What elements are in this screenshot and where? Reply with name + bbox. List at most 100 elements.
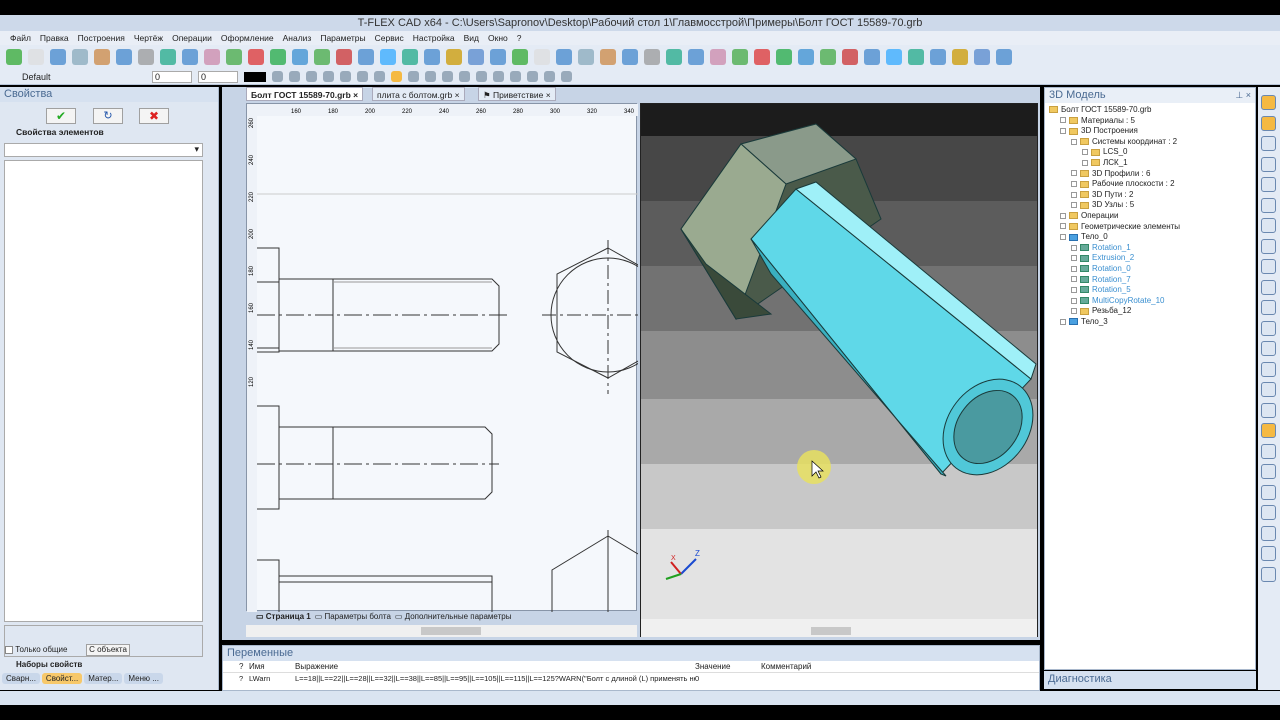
toolbar-button-icon[interactable] <box>798 49 814 65</box>
toolbar-button-icon[interactable] <box>534 49 550 65</box>
tree-item[interactable]: Резьба_12 <box>1045 306 1255 317</box>
col-expr[interactable]: Выражение <box>295 661 695 672</box>
doc-tab-bolt[interactable]: Болт ГОСТ 15589-70.grb × <box>246 87 364 101</box>
toolbar-button-icon[interactable] <box>160 49 176 65</box>
toolbar-button-icon[interactable] <box>340 71 351 82</box>
element-select[interactable]: ▾ <box>4 143 203 157</box>
view-tool-icon[interactable] <box>1261 423 1276 438</box>
toolbar-button-icon[interactable] <box>512 49 528 65</box>
tree-item[interactable]: Rotation_1 <box>1045 243 1255 254</box>
menu-item[interactable]: Вид <box>464 31 479 45</box>
diagnostics-panel[interactable]: Диагностика <box>1044 671 1256 689</box>
toolbar-button-icon[interactable] <box>314 49 330 65</box>
tree-item[interactable]: MultiCopyRotate_10 <box>1045 296 1255 307</box>
expand-icon[interactable] <box>1071 244 1077 251</box>
menu-item[interactable]: Операции <box>172 31 212 45</box>
toolbar-button-icon[interactable] <box>459 71 470 82</box>
tree-item[interactable]: Болт ГОСТ 15589-70.grb <box>1045 105 1255 116</box>
toolbar-button-icon[interactable] <box>732 49 748 65</box>
menu-item[interactable]: Построения <box>78 31 125 45</box>
view-tool-icon[interactable] <box>1261 197 1276 213</box>
toolbar-button-icon[interactable] <box>952 49 968 65</box>
expand-icon[interactable] <box>1060 128 1066 135</box>
tree-item[interactable]: Тело_0 <box>1045 232 1255 243</box>
toolbar-button-icon[interactable] <box>323 71 334 82</box>
from-object-button[interactable]: С объекта <box>86 644 130 656</box>
expand-icon[interactable] <box>1071 202 1077 209</box>
toolbar-button-icon[interactable] <box>644 49 660 65</box>
tree-item[interactable]: 3D Узлы : 5 <box>1045 200 1255 211</box>
toolbar-button-icon[interactable] <box>622 49 638 65</box>
toolbar-button-icon[interactable] <box>842 49 858 65</box>
toolbar-button-icon[interactable] <box>424 49 440 65</box>
toolbar-button-icon[interactable] <box>204 49 220 65</box>
toolbar-button-icon[interactable] <box>754 49 770 65</box>
expand-icon[interactable] <box>1071 170 1077 177</box>
ok-button[interactable]: ✔ <box>46 108 76 124</box>
section-header[interactable]: Свойства элементов <box>16 127 104 137</box>
toolbar-button-icon[interactable] <box>402 49 418 65</box>
toolbar-button-icon[interactable] <box>248 49 264 65</box>
toolbar-button-icon[interactable] <box>476 71 487 82</box>
col-name[interactable]: Имя <box>249 661 295 672</box>
toolbar-button-icon[interactable] <box>600 49 616 65</box>
drawing-hscrollbar[interactable] <box>246 625 637 637</box>
view-tool-icon[interactable] <box>1261 341 1276 356</box>
view-tool-icon[interactable] <box>1261 443 1276 459</box>
view-tool-icon[interactable] <box>1261 546 1276 561</box>
refresh-button[interactable]: ↻ <box>93 108 123 124</box>
tree-item[interactable]: Геометрические элементы <box>1045 222 1255 233</box>
toolbar-button-icon[interactable] <box>886 49 902 65</box>
toolbar-button-icon[interactable] <box>358 49 374 65</box>
toolbar-button-icon[interactable] <box>446 49 462 65</box>
toolbar-button-icon[interactable] <box>374 71 385 82</box>
tree-item[interactable]: Материалы : 5 <box>1045 116 1255 127</box>
tree-item[interactable]: 3D Профили : 6 <box>1045 169 1255 180</box>
cancel-button[interactable]: ✖ <box>139 108 169 124</box>
view-tool-icon[interactable] <box>1261 566 1276 582</box>
toolbar-button-icon[interactable] <box>226 49 242 65</box>
expand-icon[interactable] <box>1071 191 1077 198</box>
menu-item[interactable]: Файл <box>10 31 31 45</box>
toolbar-button-icon[interactable] <box>336 49 352 65</box>
toolbar-button-icon[interactable] <box>272 71 283 82</box>
drawing-canvas[interactable]: 160 180 200 220 240 260 280 300 320 340 260 240 220 2… <box>247 104 666 612</box>
toolbar-button-icon[interactable] <box>408 71 419 82</box>
toolbar-button-icon[interactable] <box>490 49 506 65</box>
menu-item[interactable]: Анализ <box>283 31 312 45</box>
expand-icon[interactable] <box>1060 223 1066 230</box>
view-tool-icon[interactable] <box>1261 259 1276 274</box>
toolbar-button-icon[interactable] <box>380 49 396 65</box>
view-tool-icon[interactable] <box>1261 402 1276 418</box>
color-swatch[interactable] <box>244 71 266 82</box>
tree-item[interactable]: 3D Пути : 2 <box>1045 190 1255 201</box>
menu-item[interactable]: Оформление <box>221 31 274 45</box>
toolbar-button-icon[interactable] <box>710 49 726 65</box>
col-comment[interactable]: Комментарий <box>761 661 961 672</box>
view-tool-icon[interactable] <box>1261 361 1276 377</box>
toolbar-button-icon[interactable] <box>391 71 402 82</box>
tree-item[interactable]: Extrusion_2 <box>1045 253 1255 264</box>
toolbar-button-icon[interactable] <box>510 71 521 82</box>
toolbar-button-icon[interactable] <box>930 49 946 65</box>
toolbar-button-icon[interactable] <box>776 49 792 65</box>
toolbar-button-icon[interactable] <box>28 49 44 65</box>
toolbar-button-icon[interactable] <box>289 71 300 82</box>
layer-field[interactable]: 0 <box>152 70 192 83</box>
view-tool-icon[interactable] <box>1261 95 1276 110</box>
menu-item[interactable]: ? <box>517 31 522 45</box>
toolbar-button-icon[interactable] <box>996 49 1012 65</box>
menu-item[interactable]: Настройка <box>413 31 455 45</box>
expand-icon[interactable] <box>1071 181 1077 188</box>
expand-icon[interactable] <box>1060 212 1066 219</box>
tree-item[interactable]: Тело_3 <box>1045 317 1255 328</box>
expand-icon[interactable] <box>1071 286 1077 293</box>
view-tool-icon[interactable] <box>1261 156 1276 172</box>
left-tab[interactable]: Свойст... <box>41 673 83 684</box>
toolbar-button-icon[interactable] <box>908 49 924 65</box>
expand-icon[interactable] <box>1071 255 1077 262</box>
tree-item[interactable]: Rotation_0 <box>1045 264 1255 275</box>
doc-tab-plate[interactable]: плита с болтом.grb × <box>372 87 465 101</box>
3d-hscrollbar[interactable] <box>641 625 1037 637</box>
expand-icon[interactable] <box>1071 276 1077 283</box>
